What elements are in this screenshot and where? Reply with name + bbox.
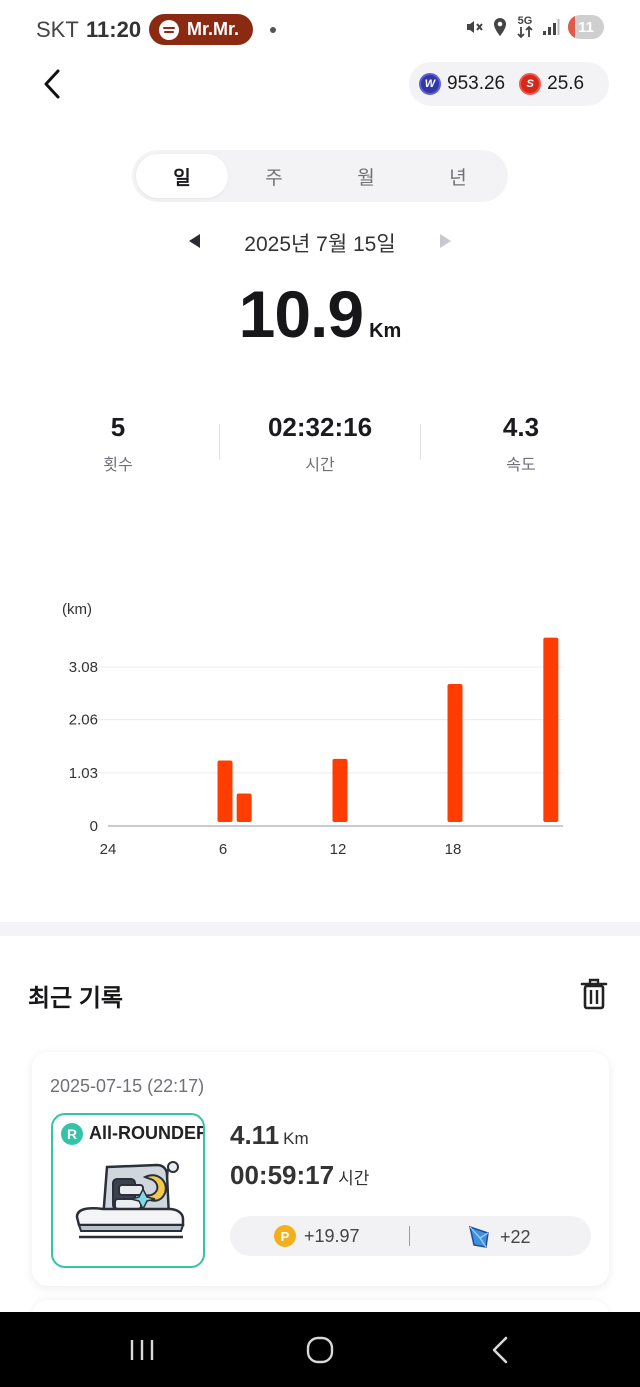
- distance-value: 10.9: [238, 277, 364, 351]
- stat-time-value: 02:32:16: [267, 412, 373, 442]
- record-distance: 4.11 Km: [230, 1120, 309, 1151]
- record-time-unit: 시간: [338, 1169, 370, 1188]
- tab-month[interactable]: 월: [320, 154, 412, 198]
- trash-icon: [580, 978, 608, 1010]
- distance-unit: Km: [369, 320, 402, 342]
- stat-speed-value: 4.3: [502, 412, 540, 442]
- chart-y-tick-label: 2.06: [69, 712, 98, 729]
- stat-count-value: 5: [110, 412, 126, 442]
- chart-x-tick-label: 12: [330, 841, 347, 858]
- stat-time: 02:32:16 시간: [220, 412, 420, 475]
- record-distance-value: 4.11: [230, 1120, 280, 1150]
- chart-bar: [217, 760, 233, 822]
- chart-x-tick-label: 6: [219, 841, 227, 858]
- shoe-name: All-ROUNDER: [89, 1123, 205, 1143]
- section-separator: [0, 922, 640, 936]
- record-date: 2025-07-15 (22:17): [50, 1076, 205, 1096]
- s-token-balance: 25.6: [547, 73, 585, 94]
- recent-records-title: 최근 기록: [28, 985, 123, 1012]
- chart-bar: [447, 684, 463, 822]
- chevron-left-icon: [492, 1336, 508, 1364]
- stat-speed: 4.3 속도: [421, 412, 621, 475]
- signal-icon: [543, 19, 560, 35]
- system-nav-bar: [0, 1312, 640, 1387]
- back-button[interactable]: [34, 64, 70, 104]
- gem-icon: [468, 1225, 489, 1248]
- reward-summary: P +19.97 +22: [230, 1216, 591, 1256]
- chart-y-tick-label: 1.03: [69, 765, 98, 782]
- battery-icon: 11: [568, 15, 604, 39]
- reward-divider: [409, 1226, 410, 1246]
- stat-speed-label: 속도: [506, 457, 536, 474]
- home-button[interactable]: [298, 1330, 342, 1370]
- stat-count-label: 횟수: [103, 457, 133, 474]
- delete-button[interactable]: [576, 974, 612, 1014]
- carrier-label: SKT: [36, 17, 79, 42]
- period-tabs: 일 주 월 년: [132, 150, 508, 202]
- network-5g-icon: 5G: [516, 16, 534, 38]
- media-pill[interactable]: Mr.Mr.: [149, 14, 253, 45]
- record-time-value: 00:59:17: [230, 1160, 335, 1190]
- record-time: 00:59:17 시간: [230, 1160, 369, 1191]
- mute-icon: [467, 21, 483, 33]
- chart-y-tick-label: 0: [90, 818, 98, 835]
- chart-y-axis-label: (km): [62, 601, 92, 618]
- stat-count: 5 횟수: [18, 412, 218, 475]
- date-navigator: 2025년 7월 15일: [0, 224, 640, 258]
- reward-points-value: +19.97: [304, 1225, 360, 1246]
- chart-bar: [236, 793, 252, 822]
- record-distance-unit: Km: [283, 1129, 309, 1148]
- next-date-button[interactable]: [434, 230, 456, 252]
- triangle-right-icon: [440, 234, 451, 248]
- tab-week[interactable]: 주: [228, 154, 320, 198]
- notification-dot: [270, 27, 276, 33]
- nav-back-button[interactable]: [478, 1330, 522, 1370]
- chart-y-tick-label: 3.08: [69, 659, 98, 676]
- hourly-distance-chart: (km) 3.08 2.06 1.03 024 6 12 18: [62, 601, 563, 858]
- shoe-grade-badge: R: [61, 1123, 83, 1145]
- s-token-icon: S: [519, 73, 542, 95]
- status-icons: 5G 11: [464, 15, 604, 39]
- w-token-balance: 953.26: [447, 73, 506, 94]
- chart-bar: [543, 637, 559, 822]
- point-coin-icon: P: [274, 1225, 296, 1247]
- w-token-icon: W: [419, 73, 441, 95]
- tab-day[interactable]: 일: [136, 154, 228, 198]
- record-card[interactable]: 2025-07-15 (22:17) R All-ROUNDER 4.11 Km …: [32, 1052, 609, 1286]
- spotify-icon: [159, 19, 179, 40]
- home-icon: [306, 1336, 334, 1364]
- chart-bar: [332, 758, 348, 822]
- reward-gems: +22: [468, 1225, 531, 1249]
- total-distance: 10.9 Km: [0, 276, 640, 352]
- sneaker-icon: [75, 1161, 185, 1239]
- reward-gems-value: +22: [500, 1226, 531, 1247]
- recent-apps-button[interactable]: [120, 1330, 164, 1370]
- location-icon: [494, 18, 506, 36]
- tab-year[interactable]: 년: [412, 154, 504, 198]
- token-balance[interactable]: W 953.26 S 25.6: [409, 62, 609, 106]
- reward-points: P +19.97: [274, 1225, 360, 1247]
- shoe-thumbnail: R All-ROUNDER: [51, 1113, 205, 1268]
- chevron-left-icon: [44, 69, 60, 99]
- stat-time-label: 시간: [305, 457, 335, 474]
- chart-x-tick-label: 24: [100, 841, 117, 858]
- chart-x-tick-label: 18: [445, 841, 462, 858]
- recent-apps-icon: [130, 1340, 154, 1360]
- media-pill-label: Mr.Mr.: [187, 19, 240, 39]
- status-bar: SKT 11:20 Mr.Mr. 5G 11: [0, 0, 640, 60]
- date-label: 2025년 7월 15일: [244, 233, 396, 256]
- clock: 11:20: [86, 17, 142, 42]
- stats-row: 5 횟수 02:32:16 시간 4.3 속도: [0, 412, 640, 482]
